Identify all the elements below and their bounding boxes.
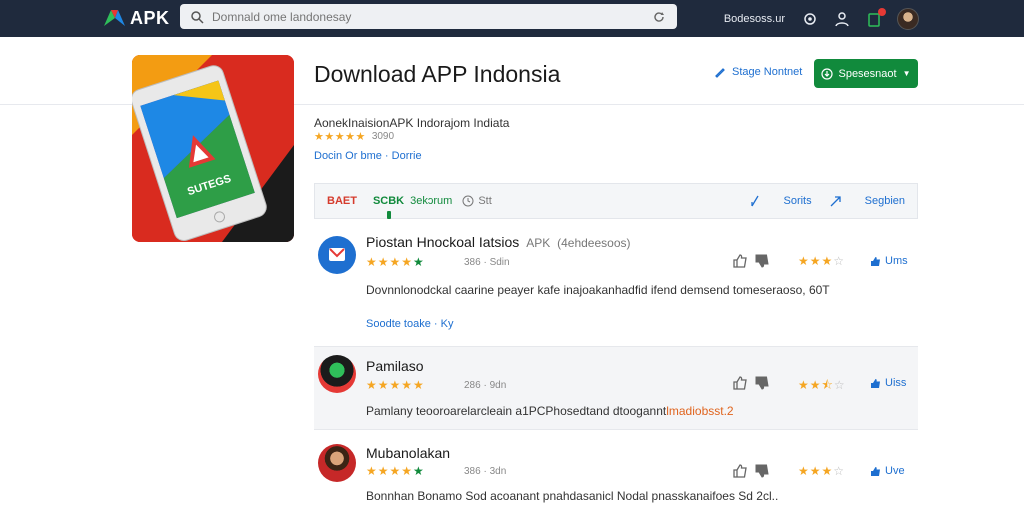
search-input[interactable] [212, 9, 651, 24]
review-stars: ★★★★★ [366, 464, 425, 478]
review-author-name: Piostan Hnockoal Iatsios [366, 234, 520, 250]
sort-icon [750, 195, 759, 207]
review-meta: 286 · 9dn [464, 380, 507, 391]
download-icon [821, 67, 834, 80]
review-like-button[interactable]: Ums [870, 255, 908, 267]
refresh-icon[interactable] [651, 9, 667, 25]
review-body: Bonnhan Bonamo Sod acoanant pnahdasanicl… [366, 489, 779, 503]
filter-tab-3-label: Stt [478, 195, 492, 207]
like-icon [871, 466, 880, 476]
like-icon [871, 378, 880, 388]
filter-tab-3[interactable]: Stt [462, 195, 492, 207]
app-hero-image: SUTEGS [132, 55, 294, 242]
review-mini-rating: ★★⯪☆ [798, 378, 846, 392]
search-bar[interactable] [180, 4, 677, 29]
filter-bar: BAET SCBK 3ekɔrum Stt Sorits Segbien [314, 183, 918, 219]
review-avatar [318, 355, 356, 393]
app-rating: ★★★★★ 3090 [314, 130, 394, 143]
review-like-label: Ums [885, 255, 908, 267]
user-share-icon[interactable] [833, 10, 851, 28]
filter-tab-1[interactable]: BAET [327, 195, 357, 207]
rating-stars: ★★★★★ [314, 131, 366, 143]
sort-label: Sorits [783, 195, 812, 207]
review-author: Mubanolakan [366, 445, 451, 461]
install-button-label: Spesesnaot [838, 67, 897, 80]
thumbs-up-icon[interactable] [732, 253, 748, 269]
review-author: Piostan Hnockoal Iatsios APK (4ehdeesoos… [366, 234, 631, 250]
install-button[interactable]: Spesesnaot ▼ [814, 59, 918, 88]
mail-app-icon [329, 248, 345, 261]
notification-icon[interactable] [865, 7, 886, 28]
review-meta: 386 · Sdin [464, 257, 510, 268]
filter-actions: Sorits Segbien [731, 195, 905, 207]
logo-text: APK [130, 7, 170, 28]
apk-logo-icon [104, 10, 125, 26]
review-body: Pamlany teooroarelarcleain a1PCPhosedtan… [366, 403, 896, 419]
like-icon [871, 256, 880, 266]
phone-illustration: SUTEGS [132, 55, 294, 242]
top-link[interactable]: Bodesoss.ur [724, 13, 785, 25]
thumbs-up-icon[interactable] [732, 463, 748, 479]
page-title: Download APP Indonsia [314, 61, 561, 87]
thumbs-down-icon[interactable] [754, 375, 770, 391]
review-like-button[interactable]: Uiss [870, 377, 906, 389]
review-stars: ★★★★★ [366, 378, 425, 392]
share-label: Segbien [864, 195, 905, 207]
filter-tab-2-sub[interactable]: 3ekɔrum [410, 195, 452, 207]
review-like-label: Uiss [885, 377, 907, 389]
manage-link-label: Stage Nontnet [732, 66, 803, 78]
review-meta: 386 · 3dn [464, 466, 507, 477]
review-like-button[interactable]: Uve [870, 465, 905, 477]
review-avatar [318, 236, 356, 274]
review-mini-rating: ★★★☆ [798, 254, 846, 268]
review-author-tag: APK [526, 236, 551, 250]
chevron-down-icon: ▼ [902, 69, 911, 78]
review-link[interactable]: Soodte toake · Ky [366, 318, 453, 330]
pencil-icon [715, 68, 725, 78]
avatar[interactable] [897, 7, 919, 30]
logo[interactable]: APK [104, 6, 170, 30]
review-mini-rating: ★★★☆ [798, 464, 846, 478]
review-body-highlight: lmadiobsst.2 [666, 404, 734, 418]
review-actions [732, 253, 776, 269]
thumbs-down-icon[interactable] [754, 253, 770, 269]
share-button[interactable]: Segbien [830, 195, 905, 207]
notification-badge [878, 7, 886, 16]
app-meta-link[interactable]: Docin Or bme · Dorrie [314, 150, 422, 162]
thumbs-up-icon[interactable] [732, 375, 748, 391]
review-like-label: Uve [885, 465, 905, 477]
filter-tab-2[interactable]: SCBK [372, 195, 405, 219]
review-body-text: Pamlany teooroarelarcleain a1PCPhosedtan… [366, 404, 667, 418]
review-body: Dovnnlonodckal caarine peayer kafe inajo… [366, 283, 830, 297]
search-icon [191, 10, 204, 24]
active-tab-marker [386, 211, 391, 219]
share-icon [830, 196, 841, 207]
settings-icon[interactable] [801, 10, 819, 28]
review-avatar [318, 444, 356, 482]
review-actions [732, 375, 776, 391]
review-item: Pamilaso ★★★★★ 286 · 9dn ★★⯪☆ Uiss Pamla… [314, 346, 918, 430]
sort-button[interactable]: Sorits [749, 195, 812, 207]
review-actions [732, 463, 776, 479]
filter-tab-2-label: SCBK [372, 195, 405, 207]
app-subtitle: AonekInaisionAPK Indorajom Indiata [314, 116, 510, 130]
review-item: Piostan Hnockoal Iatsios APK (4ehdeesoos… [314, 222, 918, 344]
manage-link[interactable]: Stage Nontnet [714, 66, 802, 78]
rating-count: 3090 [371, 131, 395, 142]
top-right-controls: Bodesoss.ur [724, 0, 919, 37]
review-author: Pamilaso [366, 358, 424, 374]
review-item: Mubanolakan ★★★★★ 386 · 3dn ★★★☆ Uve Bon… [314, 432, 918, 512]
thumbs-down-icon[interactable] [754, 463, 770, 479]
top-navbar: APK Bodesoss.ur [0, 0, 1024, 37]
clock-icon [462, 195, 474, 207]
review-author-sub: (4ehdeesoos) [557, 236, 631, 250]
review-stars: ★★★★★ [366, 255, 425, 269]
